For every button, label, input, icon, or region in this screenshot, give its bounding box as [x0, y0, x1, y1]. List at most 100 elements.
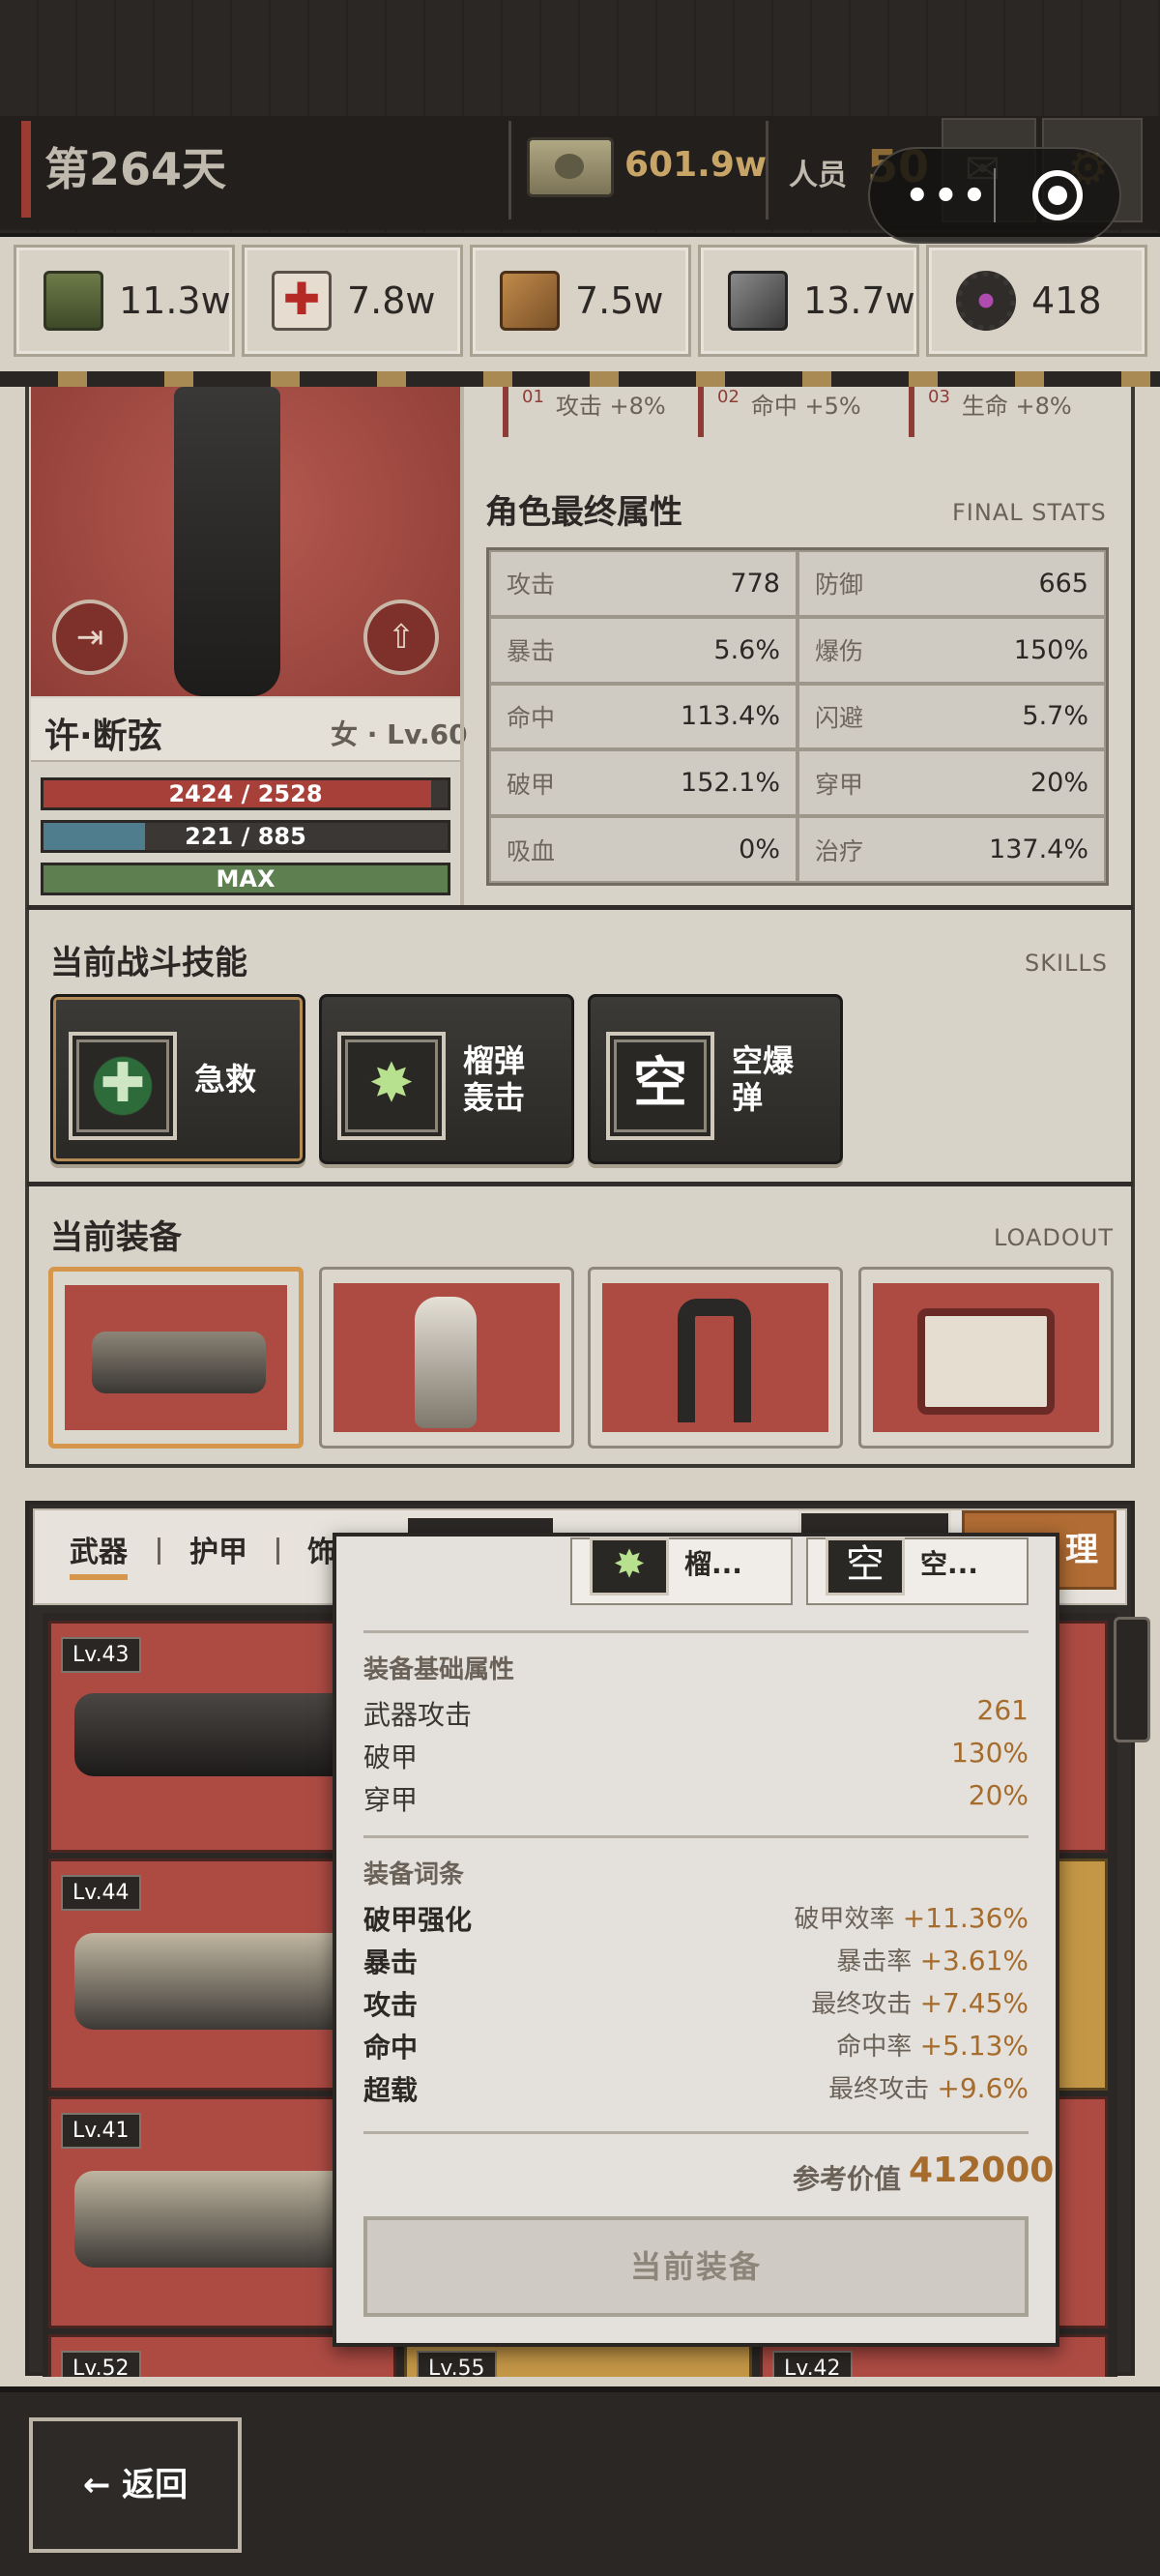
base-attr-row: 武器攻击 261 — [363, 1694, 1029, 1731]
divider — [508, 121, 511, 220]
buff-item: 02 命中 +5% — [698, 387, 861, 437]
character-level: 女 · Lv.60 — [331, 718, 468, 750]
affix-row: 攻击 最终攻击 +7.45% — [363, 1987, 1029, 2021]
popup-divider — [363, 1835, 1029, 1838]
stat-cell: 闪避 5.7% — [798, 683, 1106, 750]
mp-bar: 221 / 885 — [41, 820, 450, 853]
item-level: Lv.52 — [61, 2351, 141, 2377]
stat-cell: 命中 113.4% — [489, 683, 798, 750]
skill-name: 榴弹 轰击 — [463, 1042, 526, 1116]
resource-value: 13.7w — [803, 279, 915, 322]
empty-slot-icon: 空 — [606, 1032, 714, 1140]
skills-title: 当前战斗技能 — [50, 944, 247, 982]
armor-suit-icon — [415, 1297, 477, 1428]
resource-value: 7.8w — [347, 279, 436, 322]
exit-button[interactable]: ⇥ — [52, 600, 128, 675]
resource-medicine[interactable]: ✚ 7.8w — [242, 245, 463, 357]
leg-exoskeleton-icon — [678, 1299, 751, 1422]
stat-cell: 治疗 137.4% — [798, 816, 1106, 883]
stat-cell: 暴击 5.6% — [489, 616, 798, 684]
mini-skill-name: 空... — [920, 1548, 978, 1580]
money-value: 601.9w — [624, 145, 768, 185]
capsule-divider — [994, 168, 996, 222]
resource-core[interactable]: 418 — [926, 245, 1147, 357]
popup-divider — [363, 2131, 1029, 2134]
final-stats-subtitle: FINAL STATS — [952, 499, 1107, 526]
loadout-legs-slot[interactable] — [588, 1267, 843, 1449]
tab-weapons[interactable]: 武器 — [70, 1528, 128, 1580]
grenade-launcher-icon: ✸ — [337, 1032, 446, 1140]
current-equipment-button[interactable]: 当前装备 — [363, 2216, 1029, 2317]
buff-item: 01 攻击 +8% — [503, 387, 666, 437]
skill-name: 空爆 弹 — [732, 1042, 795, 1116]
loadout-subtitle: LOADOUT — [994, 1224, 1114, 1251]
resource-wood[interactable]: 7.5w — [470, 245, 691, 357]
mp-fill — [44, 823, 145, 850]
grenade-launcher-icon — [92, 1332, 266, 1393]
stat-cell: 爆伤 150% — [798, 616, 1106, 684]
more-menu-button[interactable]: ••• — [905, 174, 991, 219]
resource-value: 418 — [1031, 279, 1102, 322]
resource-value: 11.3w — [119, 279, 231, 322]
resource-steel[interactable]: 13.7w — [698, 245, 919, 357]
staff-label: 人员 — [789, 159, 847, 192]
item-level: Lv.43 — [61, 1637, 141, 1673]
wood-planks-icon — [500, 271, 560, 331]
item-level: Lv.55 — [417, 2351, 497, 2377]
reference-value-label: 参考价值 — [793, 2163, 902, 2195]
reference-value: 412000 — [909, 2151, 1055, 2190]
back-button[interactable]: ← 返回 — [29, 2417, 242, 2553]
empty-slot-icon: 空 — [826, 1537, 905, 1595]
character-figure — [174, 387, 280, 696]
divider — [766, 121, 768, 220]
loadout-weapon-slot[interactable] — [48, 1267, 304, 1449]
xp-bar: MAX — [41, 863, 450, 895]
grain-sack-icon — [44, 271, 103, 331]
skill-grenade-barrage[interactable]: ✸ 榴弹 轰击 — [319, 994, 574, 1164]
base-attrs-title: 装备基础属性 — [363, 1655, 515, 1684]
cash-icon — [527, 137, 614, 197]
exit-icon: ⇥ — [75, 618, 104, 657]
character-name: 许·断弦 — [44, 717, 162, 756]
medical-device-icon — [917, 1308, 1055, 1415]
base-attr-row: 破甲 130% — [363, 1737, 1029, 1773]
tab-armor[interactable]: 护甲 — [189, 1528, 247, 1570]
hp-text: 2424 / 2528 — [168, 780, 323, 807]
resource-food[interactable]: 11.3w — [14, 245, 235, 357]
item-level: Lv.44 — [61, 1875, 141, 1911]
skills-subtitle: SKILLS — [1025, 950, 1109, 977]
skill-first-aid[interactable]: ✚ 急救 — [50, 994, 305, 1164]
stat-cell: 防御 665 — [798, 550, 1106, 617]
close-capsule-button[interactable] — [1032, 170, 1083, 220]
upload-icon: ⇧ — [387, 618, 416, 657]
section-divider — [27, 1182, 1133, 1186]
gear-core-icon — [956, 271, 1016, 331]
skill-name: 急救 — [194, 1061, 257, 1098]
affix-title: 装备词条 — [363, 1860, 465, 1889]
base-attr-row: 穿甲 20% — [363, 1779, 1029, 1816]
resource-value: 7.5w — [575, 279, 664, 322]
buff-item: 03 生命 +8% — [909, 387, 1072, 437]
popup-skill-mini: 空 空... — [806, 1537, 1029, 1605]
steel-ingots-icon — [728, 271, 788, 331]
popup-skill-mini: ✸ 榴... — [570, 1537, 793, 1605]
hazard-stripe — [0, 371, 1160, 387]
mini-skill-name: 榴... — [684, 1548, 742, 1580]
final-stats-table: 攻击 778 防御 665 暴击 5.6% 爆伤 150% 命中 113.4% 闪避 5.7… — [486, 547, 1109, 886]
tab-divider — [158, 1537, 160, 1565]
affix-row: 暴击 暴击率 +3.61% — [363, 1945, 1029, 1978]
mp-text: 221 / 885 — [185, 823, 306, 850]
item-level: Lv.42 — [772, 2351, 853, 2377]
loadout-armor-slot[interactable] — [319, 1267, 574, 1449]
stat-cell: 吸血 0% — [489, 816, 798, 883]
skill-airburst[interactable]: 空 空爆 弹 — [588, 994, 843, 1164]
upgrade-button[interactable]: ⇧ — [363, 600, 439, 675]
affix-row: 超载 最终攻击 +9.6% — [363, 2072, 1029, 2106]
item-level: Lv.41 — [61, 2113, 141, 2149]
scroll-handle[interactable] — [1114, 1617, 1150, 1742]
section-divider — [27, 905, 1133, 910]
loadout-title: 当前装备 — [50, 1218, 182, 1257]
tab-divider — [276, 1537, 279, 1565]
panel-divider — [460, 387, 464, 907]
loadout-device-slot[interactable] — [858, 1267, 1114, 1449]
